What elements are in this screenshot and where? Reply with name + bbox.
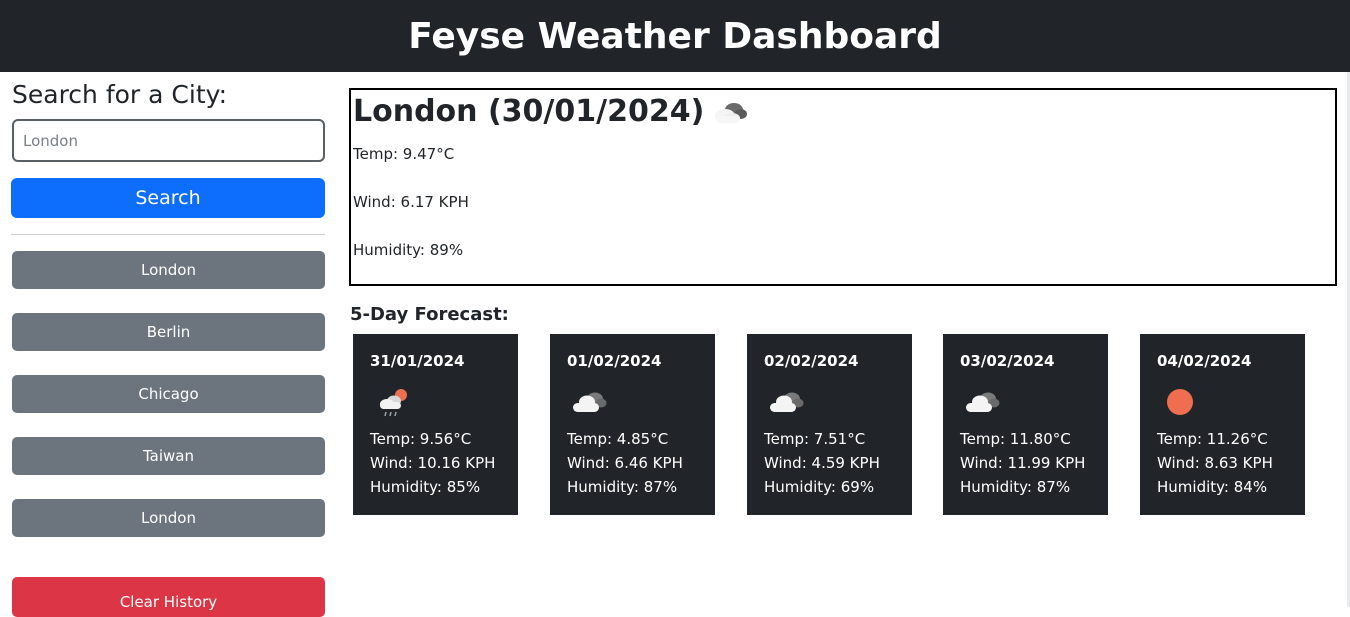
forecast-temp: Temp: 11.80°C [960,430,1071,448]
sun-icon [1167,389,1193,415]
search-button[interactable]: Search [11,178,325,218]
forecast-humidity: Humidity: 85% [370,478,481,496]
current-temp: Temp: 9.47°C [353,145,455,163]
cloud-icon [966,392,1000,412]
forecast-humidity: Humidity: 69% [764,478,875,496]
current-wind: Wind: 6.17 KPH [353,193,469,211]
city-search-input[interactable] [12,119,325,162]
forecast-humidity: Humidity: 87% [960,478,1071,496]
forecast-title: 5-Day Forecast: [350,304,509,325]
current-humidity: Humidity: 89% [353,241,464,259]
history-button-taiwan[interactable]: Taiwan [12,437,325,475]
search-title: Search for a City: [12,80,228,109]
forecast-humidity: Humidity: 84% [1157,478,1268,496]
current-weather-panel: London (30/01/2024) Temp: 9.47°C Wind: 6… [349,88,1337,286]
forecast-date: 04/02/2024 [1157,352,1252,370]
forecast-temp: Temp: 9.56°C [370,430,472,448]
forecast-card: 01/02/2024 Temp: 4.85°C Wind: 6.46 KPH H… [550,334,715,515]
history-button-london-2[interactable]: London [12,499,325,537]
app-header: Feyse Weather Dashboard [0,0,1350,72]
page-title: Feyse Weather Dashboard [408,15,942,57]
forecast-date: 31/01/2024 [370,352,465,370]
forecast-wind: Wind: 10.16 KPH [370,454,496,472]
history-button-berlin[interactable]: Berlin [12,313,325,351]
forecast-temp: Temp: 4.85°C [567,430,669,448]
forecast-wind: Wind: 4.59 KPH [764,454,880,472]
rain-sun-icon [380,389,407,417]
forecast-card: 31/01/2024 Temp: 9.56°C Wind: 10.16 KPH … [353,334,518,515]
forecast-card: 04/02/2024 Temp: 11.26°C Wind: 8.63 KPH … [1140,334,1305,515]
forecast-card: 02/02/2024 Temp: 7.51°C Wind: 4.59 KPH H… [747,334,912,515]
forecast-temp: Temp: 7.51°C [764,430,866,448]
forecast-date: 03/02/2024 [960,352,1055,370]
forecast-humidity: Humidity: 87% [567,478,678,496]
forecast-date: 02/02/2024 [764,352,859,370]
forecast-card: 03/02/2024 Temp: 11.80°C Wind: 11.99 KPH… [943,334,1108,515]
current-city-heading: London (30/01/2024) [353,94,750,129]
cloud-icon [573,392,607,412]
forecast-wind: Wind: 11.99 KPH [960,454,1086,472]
forecast-wind: Wind: 6.46 KPH [567,454,683,472]
current-city-title: London (30/01/2024) [353,94,705,129]
forecast-wind: Wind: 8.63 KPH [1157,454,1273,472]
history-button-london[interactable]: London [12,251,325,289]
forecast-date: 01/02/2024 [567,352,662,370]
sidebar-divider [11,234,325,235]
clear-history-button[interactable]: Clear History [12,577,325,617]
history-button-chicago[interactable]: Chicago [12,375,325,413]
cloud-icon [770,392,804,412]
forecast-temp: Temp: 11.26°C [1157,430,1268,448]
cloud-icon [715,102,748,123]
